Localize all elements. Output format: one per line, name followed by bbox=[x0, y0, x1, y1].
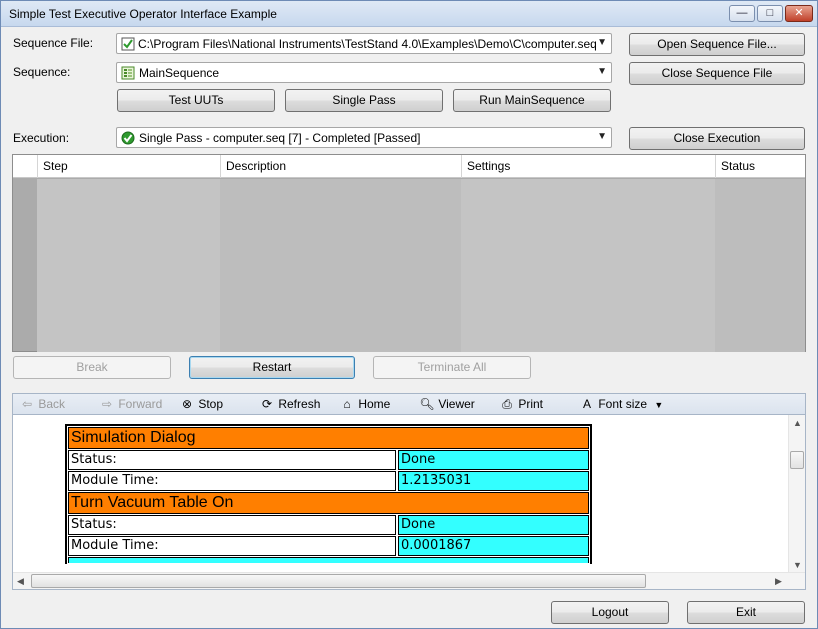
terminate-all-button[interactable]: Terminate All bbox=[373, 356, 531, 379]
module-time-value: 1.2135031 bbox=[398, 471, 589, 491]
scroll-down-icon[interactable]: ▼ bbox=[793, 560, 802, 570]
vertical-scrollbar[interactable]: ▲ ▼ bbox=[788, 415, 805, 573]
sequence-file-combo[interactable]: C:\Program Files\National Instruments\Te… bbox=[116, 33, 612, 54]
viewer-label: Viewer bbox=[438, 397, 475, 411]
viewer-icon: 🔍︎ bbox=[419, 397, 435, 411]
scroll-up-icon[interactable]: ▲ bbox=[793, 418, 802, 428]
sequence-icon bbox=[121, 66, 135, 80]
report-viewer[interactable]: Simulation Dialog Status: Done Module Ti… bbox=[12, 415, 806, 590]
sequence-file-value: C:\Program Files\National Instruments\Te… bbox=[138, 37, 597, 51]
sequence-file-label: Sequence File: bbox=[13, 36, 94, 50]
back-label: Back bbox=[38, 397, 66, 411]
column-step[interactable]: Step bbox=[37, 155, 220, 178]
stop-label: Stop bbox=[198, 397, 224, 411]
scroll-right-icon[interactable]: ▶ bbox=[775, 576, 782, 587]
scroll-left-icon[interactable]: ◀ bbox=[17, 576, 24, 587]
passed-check-icon bbox=[121, 131, 135, 145]
report-row: Status: Done bbox=[68, 515, 589, 535]
column-status[interactable]: Status bbox=[715, 155, 805, 178]
settings-column-body bbox=[461, 179, 715, 352]
steps-grid[interactable]: Step Description Settings Status bbox=[12, 154, 806, 352]
status-value: Done bbox=[398, 515, 589, 535]
maximize-button[interactable]: □ bbox=[757, 5, 783, 22]
report-row: Status: Done bbox=[68, 450, 589, 470]
main-window: Simple Test Executive Operator Interface… bbox=[0, 0, 818, 629]
close-sequence-file-button[interactable]: Close Sequence File bbox=[629, 62, 805, 85]
refresh-icon: ⟳ bbox=[261, 397, 273, 411]
window-title: Simple Test Executive Operator Interface… bbox=[9, 7, 277, 21]
module-time-label: Module Time: bbox=[68, 536, 396, 556]
module-time-value: 0.0001867 bbox=[398, 536, 589, 556]
forward-button[interactable]: ⇨ Forward bbox=[99, 397, 162, 411]
report-row: Module Time: 1.2135031 bbox=[68, 471, 589, 491]
horizontal-scrollbar[interactable]: ◀ ▶ bbox=[13, 572, 805, 589]
description-column-body bbox=[220, 179, 461, 352]
execution-label: Execution: bbox=[13, 131, 70, 145]
status-label: Status: bbox=[68, 515, 396, 535]
refresh-label: Refresh bbox=[278, 397, 321, 411]
test-uuts-button[interactable]: Test UUTs bbox=[117, 89, 275, 112]
status-column-body bbox=[715, 179, 805, 352]
print-label: Print bbox=[518, 397, 544, 411]
font-size-icon: A bbox=[582, 397, 591, 411]
execution-combo[interactable]: Single Pass - computer.seq [7] - Complet… bbox=[116, 127, 612, 148]
sequence-combo[interactable]: MainSequence ▼ bbox=[116, 62, 612, 83]
horizontal-scroll-thumb[interactable] bbox=[31, 574, 646, 588]
chevron-down-icon: ▼ bbox=[597, 131, 607, 142]
close-execution-button[interactable]: Close Execution bbox=[629, 127, 805, 150]
report-section-title: Turn Vacuum Table On bbox=[68, 492, 589, 514]
report-section-title: Simulation Dialog bbox=[68, 427, 589, 449]
logout-button[interactable]: Logout bbox=[551, 601, 669, 624]
restart-button[interactable]: Restart bbox=[189, 356, 355, 379]
step-column-body bbox=[37, 179, 220, 352]
print-button[interactable]: ⎙ Print bbox=[499, 397, 543, 412]
refresh-button[interactable]: ⟳ Refresh bbox=[259, 397, 320, 411]
viewer-button[interactable]: 🔍︎ Viewer bbox=[419, 397, 475, 411]
status-value: Done bbox=[398, 450, 589, 470]
forward-arrow-icon: ⇨ bbox=[101, 397, 113, 411]
sequence-value: MainSequence bbox=[139, 66, 220, 80]
title-bar[interactable]: Simple Test Executive Operator Interface… bbox=[1, 1, 817, 27]
report-next-section bbox=[68, 557, 589, 563]
execution-value: Single Pass - computer.seq [7] - Complet… bbox=[139, 131, 421, 145]
stop-icon: ⊗ bbox=[181, 397, 193, 411]
report-row: Module Time: 0.0001867 bbox=[68, 536, 589, 556]
column-settings[interactable]: Settings bbox=[461, 155, 715, 178]
home-icon: ⌂ bbox=[343, 397, 351, 411]
stop-button[interactable]: ⊗ Stop bbox=[179, 397, 223, 411]
status-label: Status: bbox=[68, 450, 396, 470]
steps-grid-header: Step Description Settings Status bbox=[13, 155, 805, 178]
chevron-down-icon: ▼ bbox=[597, 66, 607, 77]
module-time-label: Module Time: bbox=[68, 471, 396, 491]
home-button[interactable]: ⌂ Home bbox=[339, 397, 390, 411]
column-description[interactable]: Description bbox=[220, 155, 461, 178]
printer-icon: ⎙ bbox=[502, 397, 512, 411]
report-table: Simulation Dialog Status: Done Module Ti… bbox=[65, 424, 592, 564]
font-size-button[interactable]: A Font size ▼ bbox=[579, 397, 663, 411]
break-button[interactable]: Break bbox=[13, 356, 171, 379]
font-size-label: Font size bbox=[598, 397, 648, 411]
chevron-down-icon: ▼ bbox=[597, 37, 607, 48]
open-sequence-file-button[interactable]: Open Sequence File... bbox=[629, 33, 805, 56]
report-toolbar: ⇦ Back ⇨ Forward ⊗ Stop ⟳ Refresh ⌂ Home… bbox=[12, 393, 806, 415]
forward-label: Forward bbox=[118, 397, 163, 411]
back-button[interactable]: ⇦ Back bbox=[19, 397, 65, 411]
single-pass-button[interactable]: Single Pass bbox=[285, 89, 443, 112]
back-arrow-icon: ⇦ bbox=[21, 397, 33, 411]
close-window-button[interactable]: ✕ bbox=[785, 5, 813, 22]
chevron-down-icon: ▼ bbox=[654, 400, 664, 410]
sequence-file-icon bbox=[121, 37, 135, 51]
minimize-button[interactable]: — bbox=[729, 5, 755, 22]
sequence-label: Sequence: bbox=[13, 65, 71, 79]
run-main-sequence-button[interactable]: Run MainSequence bbox=[453, 89, 611, 112]
exit-button[interactable]: Exit bbox=[687, 601, 805, 624]
home-label: Home bbox=[358, 397, 391, 411]
vertical-scroll-thumb[interactable] bbox=[790, 451, 804, 469]
row-header-column bbox=[13, 155, 37, 178]
